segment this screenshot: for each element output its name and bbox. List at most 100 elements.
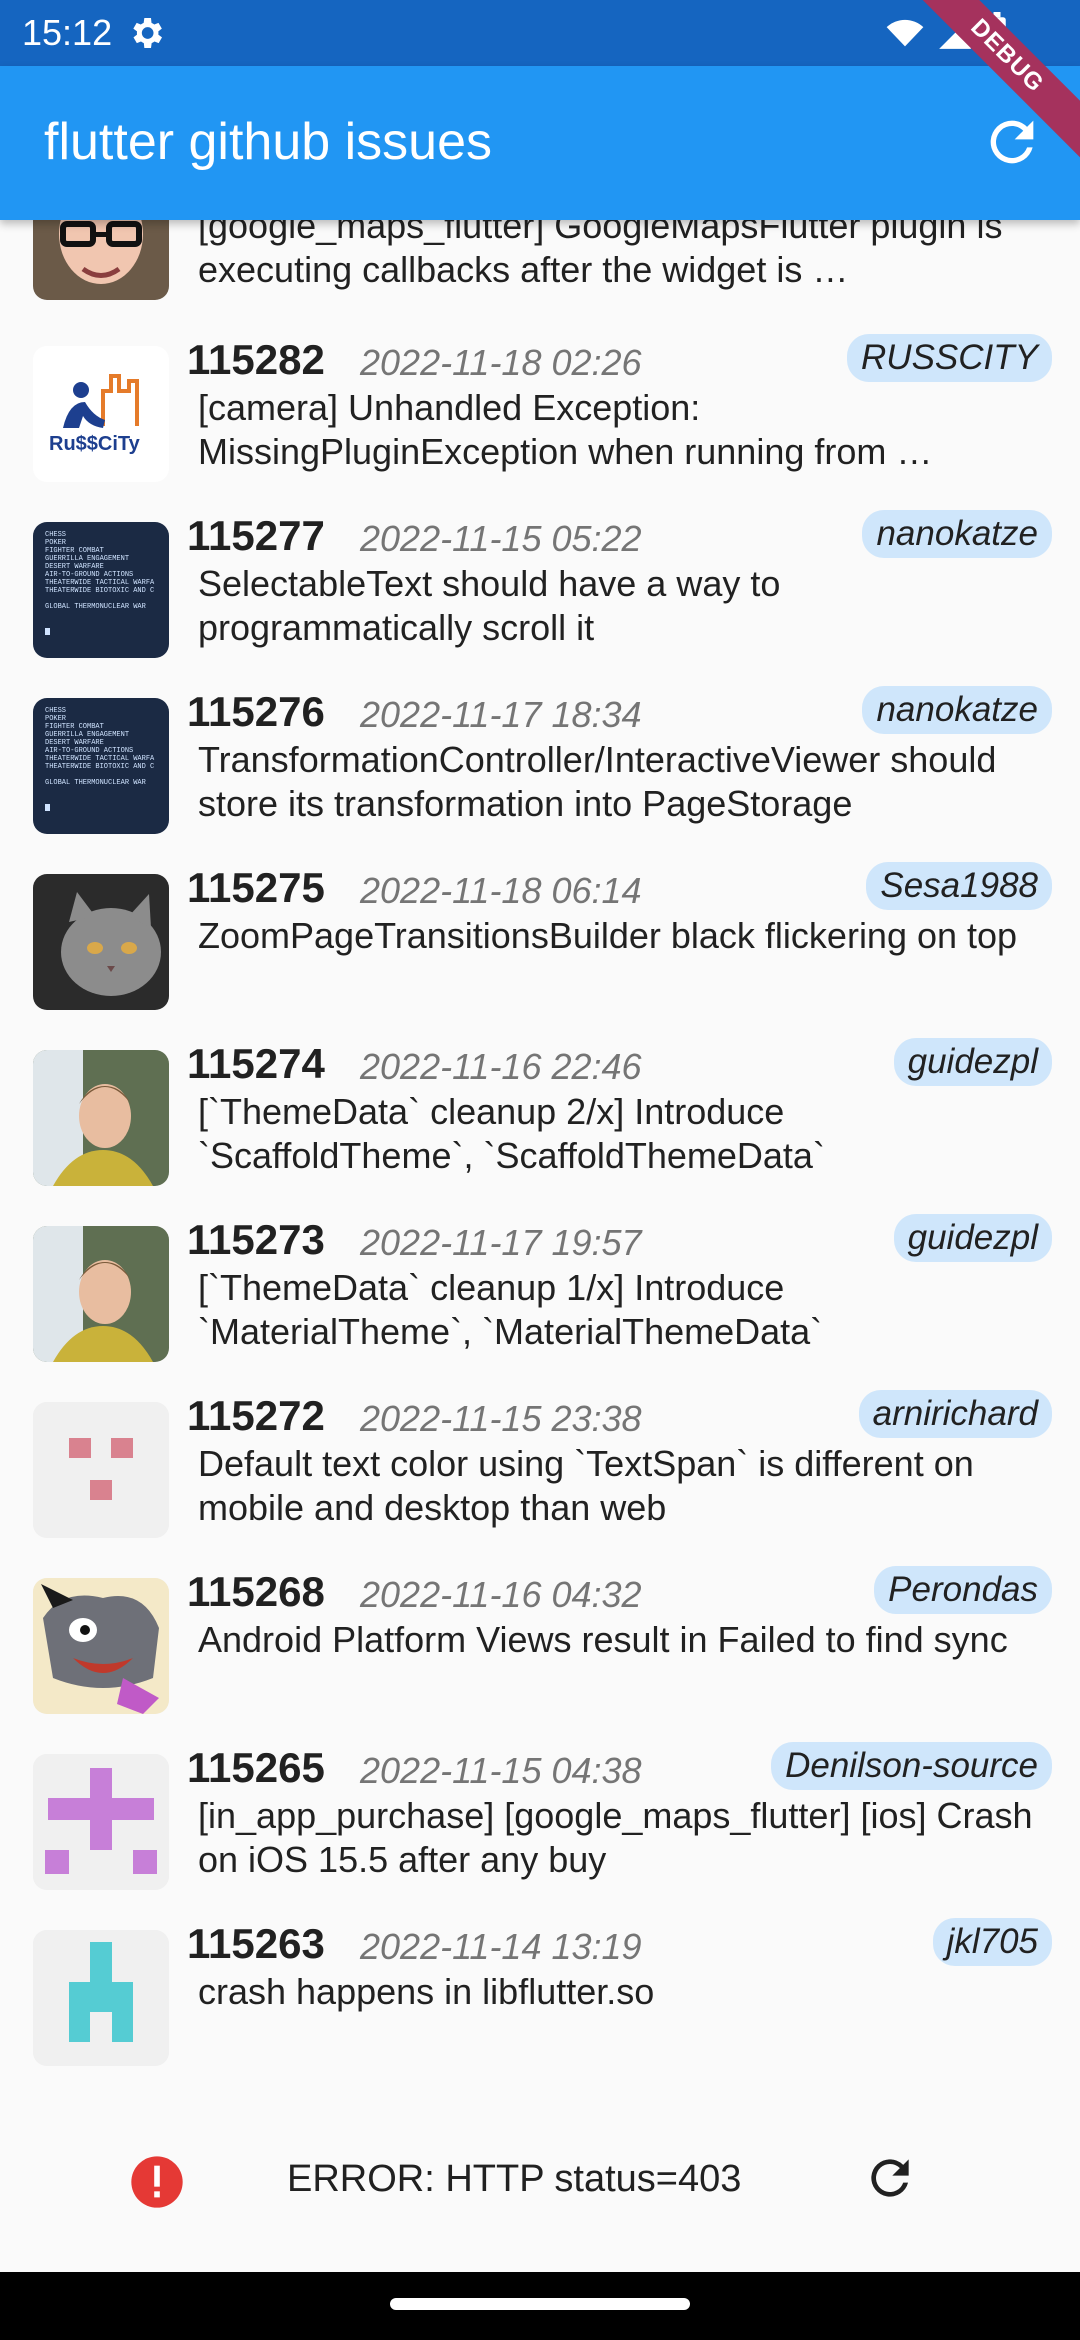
issue-number: 115275 xyxy=(187,864,325,911)
system-nav-bar xyxy=(0,2272,1080,2340)
user-chip[interactable]: jkl705 xyxy=(932,1918,1052,1966)
terminal-screen-icon: CHESSPOKER FIGHTER COMBATGUERRILLA ENGAG… xyxy=(33,522,169,658)
issue-title: [`ThemeData` cleanup 1/x] Introduce `Mat… xyxy=(198,1267,823,1352)
issue-date: 2022-11-18 06:14 xyxy=(360,870,642,911)
list-item[interactable]: 115273 2022-11-17 19:57 guidezpl [`Theme… xyxy=(0,1214,1080,1390)
issue-title: [`ThemeData` cleanup 2/x] Introduce `Sca… xyxy=(198,1091,825,1176)
issue-date: 2022-11-16 04:32 xyxy=(360,1574,642,1615)
list-item[interactable]: 115268 2022-11-16 04:32 Perondas Android… xyxy=(0,1566,1080,1742)
avatar xyxy=(33,1754,169,1890)
issue-title: Default text color using `TextSpan` is d… xyxy=(198,1443,974,1528)
list-item[interactable]: 115265 2022-11-15 04:38 Denilson-source … xyxy=(0,1742,1080,1918)
issue-title: [camera] Unhandled Exception: MissingPlu… xyxy=(198,387,933,472)
settings-gear-icon xyxy=(133,18,163,48)
svg-text:GLOBAL THERMONUCLEAR WAR: GLOBAL THERMONUCLEAR WAR xyxy=(45,779,147,787)
issue-title: ZoomPageTransitionsBuilder black flicker… xyxy=(198,915,1018,956)
issue-number: 115263 xyxy=(187,1920,325,1967)
svg-text:AIR-TO-GROUND ACTIONS: AIR-TO-GROUND ACTIONS xyxy=(45,571,133,579)
issue-number: 115274 xyxy=(187,1040,325,1087)
svg-text:GUERRILLA ENGAGEMENT: GUERRILLA ENGAGEMENT xyxy=(45,731,129,739)
issue-date: 2022-11-17 19:57 xyxy=(360,1222,642,1263)
status-bar: 15:12 xyxy=(0,0,1080,66)
issue-number: 115276 xyxy=(187,688,325,735)
svg-text:THEATERWIDE TACTICAL WARFA: THEATERWIDE TACTICAL WARFA xyxy=(45,579,155,587)
user-chip[interactable]: arnirichard xyxy=(858,1390,1052,1438)
person-waterfall-icon xyxy=(33,1050,169,1186)
identicon-purple-icon xyxy=(33,1754,169,1890)
issue-title: Android Platform Views result in Failed … xyxy=(198,1619,1008,1660)
svg-text:POKER: POKER xyxy=(45,539,67,547)
list-item[interactable]: CHESS POKER FIGHTER COMBAT GUERRILLA ENGAG… xyxy=(0,510,1080,686)
issue-date: 2022-11-15 04:38 xyxy=(360,1750,642,1791)
status-time: 15:12 xyxy=(22,12,113,53)
retry-refresh-icon[interactable] xyxy=(862,2150,918,2206)
svg-text:AIR-TO-GROUND ACTIONS: AIR-TO-GROUND ACTIONS xyxy=(45,747,133,755)
svg-text:CHESS: CHESS xyxy=(45,707,66,715)
list-item[interactable]: CHESS POKER FIGHTER COMBAT GUERRILLA ENGAG… xyxy=(0,686,1080,862)
error-bar: ERROR: HTTP status=403 xyxy=(0,2120,1080,2230)
svg-text:DESERT WARFARE: DESERT WARFARE xyxy=(45,739,104,747)
avatar: CHESS POKER FIGHTER COMBAT GUERRILLA ENGAG… xyxy=(33,698,169,834)
person-glasses-avatar-icon xyxy=(33,220,169,300)
svg-text:THEATERWIDE TACTICAL WARFA: THEATERWIDE TACTICAL WARFA xyxy=(45,755,155,763)
svg-text:GLOBAL THERMONUCLEAR WAR: GLOBAL THERMONUCLEAR WAR xyxy=(45,603,147,611)
svg-text:POKER: POKER xyxy=(45,715,67,723)
issue-number: 115268 xyxy=(187,1568,325,1615)
list-item[interactable]: [google_maps_flutter] GoogleMapsFlutter … xyxy=(0,220,1080,328)
issue-date: 2022-11-15 23:38 xyxy=(360,1398,642,1439)
avatar xyxy=(33,220,169,300)
refresh-icon[interactable] xyxy=(980,110,1044,174)
person-waterfall-icon xyxy=(33,1226,169,1362)
issue-date: 2022-11-16 22:46 xyxy=(360,1046,642,1087)
error-message: ERROR: HTTP status=403 xyxy=(287,2158,742,2200)
avatar xyxy=(33,1402,169,1538)
issue-number: 115273 xyxy=(187,1216,325,1263)
home-gesture-handle[interactable] xyxy=(390,2298,690,2310)
issue-list[interactable]: [google_maps_flutter] GoogleMapsFlutter … xyxy=(0,220,1080,2110)
user-chip[interactable]: nanokatze xyxy=(862,510,1052,558)
issue-number: 115282 xyxy=(187,336,325,383)
identicon-pink-icon xyxy=(33,1402,169,1538)
user-chip[interactable]: nanokatze xyxy=(862,686,1052,734)
svg-text:GUERRILLA ENGAGEMENT: GUERRILLA ENGAGEMENT xyxy=(45,555,129,563)
issue-date: 2022-11-14 13:19 xyxy=(360,1926,642,1967)
svg-text:FIGHTER COMBAT: FIGHTER COMBAT xyxy=(45,547,104,555)
avatar xyxy=(33,1050,169,1186)
user-chip[interactable]: Perondas xyxy=(874,1566,1052,1614)
svg-text:Ru$$CiTy: Ru$$CiTy xyxy=(49,433,141,455)
cartoon-wolf-icon xyxy=(33,1578,169,1714)
list-item[interactable]: 115263 2022-11-14 13:19 jkl705 crash hap… xyxy=(0,1918,1080,2094)
user-chip[interactable]: guidezpl xyxy=(893,1214,1052,1262)
identicon-cyan-icon xyxy=(33,1930,169,2066)
cat-photo-icon xyxy=(33,874,169,1010)
issue-number: 115272 xyxy=(187,1392,325,1439)
svg-text:THEATERWIDE BIOTOXIC AND C: THEATERWIDE BIOTOXIC AND C xyxy=(45,763,154,771)
list-item[interactable]: 115275 2022-11-18 06:14 Sesa1988 ZoomPag… xyxy=(0,862,1080,1038)
russcity-logo-icon: Ru$$CiTy xyxy=(33,346,169,482)
list-item[interactable]: 115274 2022-11-16 22:46 guidezpl [`Theme… xyxy=(0,1038,1080,1214)
list-item[interactable]: 115272 2022-11-15 23:38 arnirichard Defa… xyxy=(0,1390,1080,1566)
user-chip[interactable]: Sesa1988 xyxy=(866,862,1052,910)
issue-date: 2022-11-17 18:34 xyxy=(360,694,642,735)
svg-text:CHESS: CHESS xyxy=(45,531,66,539)
list-item[interactable]: Ru$$CiTy 115282 2022-11-18 02:26 RUSSCIT… xyxy=(0,334,1080,510)
app-bar: flutter github issues xyxy=(0,66,1080,220)
avatar xyxy=(33,1578,169,1714)
avatar: CHESS POKER FIGHTER COMBAT GUERRILLA ENGAG… xyxy=(33,522,169,658)
user-chip[interactable]: Denilson-source xyxy=(771,1742,1052,1790)
user-chip[interactable]: guidezpl xyxy=(893,1038,1052,1086)
issue-date: 2022-11-18 02:26 xyxy=(360,342,642,383)
issue-date: 2022-11-15 05:22 xyxy=(360,518,642,559)
app-title: flutter github issues xyxy=(44,113,493,171)
error-icon xyxy=(131,2156,183,2208)
issue-title: crash happens in libflutter.so xyxy=(198,1971,655,2012)
issue-title: [in_app_purchase] [google_maps_flutter] … xyxy=(198,1795,1033,1880)
issue-title: TransformationController/InteractiveView… xyxy=(198,739,997,824)
avatar xyxy=(33,1930,169,2066)
terminal-screen-icon: CHESSPOKER FIGHTER COMBATGUERRILLA ENGAG… xyxy=(33,698,169,834)
user-chip[interactable]: RUSSCITY xyxy=(847,334,1052,382)
issue-number: 115277 xyxy=(187,512,325,559)
issue-title: SelectableText should have a way to prog… xyxy=(198,563,781,648)
issue-title: [google_maps_flutter] GoogleMapsFlutter … xyxy=(198,220,1003,290)
wifi-icon xyxy=(886,19,924,47)
